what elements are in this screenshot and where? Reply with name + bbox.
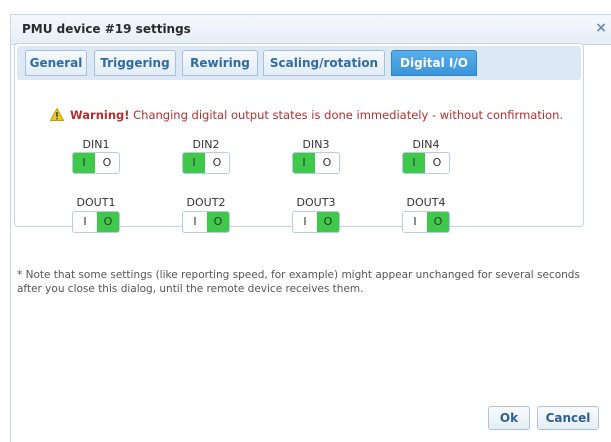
din1-label: DIN1 xyxy=(82,138,110,151)
settings-note: * Note that some settings (like reportin… xyxy=(17,269,580,295)
tab-triggering[interactable]: Triggering xyxy=(94,50,176,76)
din1-o[interactable]: O xyxy=(95,153,119,173)
dout2-o[interactable]: O xyxy=(207,212,229,232)
tab-digital-io[interactable]: Digital I/O xyxy=(391,50,477,76)
din2-o[interactable]: O xyxy=(205,153,229,173)
tab-general[interactable]: General xyxy=(25,50,87,76)
dout1-switch[interactable]: I O xyxy=(72,211,120,233)
din4-switch[interactable]: I O xyxy=(402,152,450,174)
dout1-i[interactable]: I xyxy=(73,212,97,232)
dout2-label: DOUT2 xyxy=(186,196,226,209)
dout4-i[interactable]: I xyxy=(403,212,427,232)
close-icon[interactable]: × xyxy=(595,20,607,36)
din3-o[interactable]: O xyxy=(315,153,339,173)
din4-i[interactable]: I xyxy=(403,153,425,173)
din4-o[interactable]: O xyxy=(425,153,449,173)
cancel-button[interactable]: Cancel xyxy=(537,406,599,430)
dout3-switch[interactable]: I O xyxy=(292,211,340,233)
warning-message: Warning! Changing digital output states … xyxy=(70,108,563,122)
dout4-switch[interactable]: I O xyxy=(402,211,450,233)
dout3-label: DOUT3 xyxy=(296,196,336,209)
din2-switch[interactable]: I O xyxy=(182,152,230,174)
dout3-i[interactable]: I xyxy=(293,212,317,232)
warning-prefix: Warning! xyxy=(70,108,130,122)
din4-label: DIN4 xyxy=(412,138,440,151)
din2-i[interactable]: I xyxy=(183,153,205,173)
tab-bar: General Triggering Rewiring Scaling/rota… xyxy=(17,46,581,80)
din3-switch[interactable]: I O xyxy=(292,152,340,174)
dialog-titlebar: PMU device #19 settings × xyxy=(11,15,611,45)
dout4-o[interactable]: O xyxy=(427,212,449,232)
dout3-o[interactable]: O xyxy=(317,212,339,232)
tab-rewiring[interactable]: Rewiring xyxy=(182,50,258,76)
dout2-i[interactable]: I xyxy=(183,212,207,232)
din3-label: DIN3 xyxy=(302,138,330,151)
din1-i[interactable]: I xyxy=(73,153,95,173)
warning-triangle-icon xyxy=(50,108,64,121)
dout1-label: DOUT1 xyxy=(76,196,116,209)
din1-switch[interactable]: I O xyxy=(72,152,120,174)
dialog-title: PMU device #19 settings xyxy=(22,22,191,36)
warning-text: Changing digital output states is done i… xyxy=(129,108,564,122)
dout2-switch[interactable]: I O xyxy=(182,211,230,233)
dout1-o[interactable]: O xyxy=(97,212,119,232)
ok-button[interactable]: Ok xyxy=(488,406,530,430)
dout4-label: DOUT4 xyxy=(406,196,446,209)
din2-label: DIN2 xyxy=(192,138,220,151)
din3-i[interactable]: I xyxy=(293,153,315,173)
tab-scaling-rotation[interactable]: Scaling/rotation xyxy=(263,50,385,76)
